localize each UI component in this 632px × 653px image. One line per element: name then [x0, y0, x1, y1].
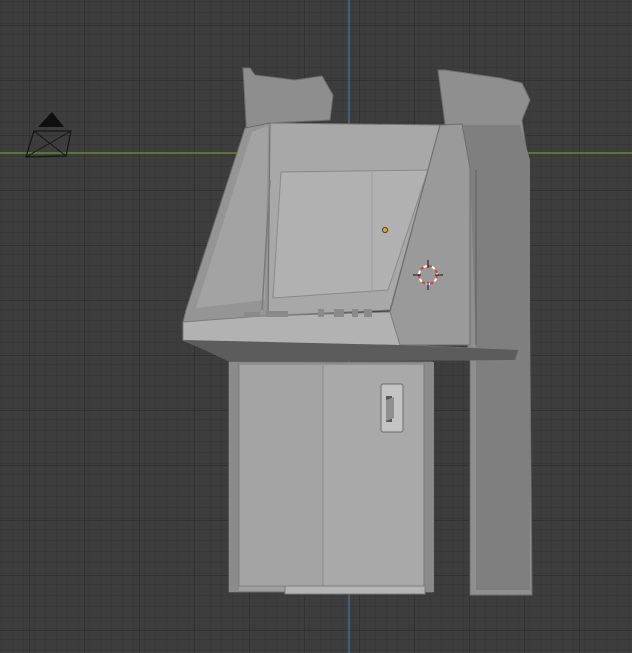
- coin-slot: [380, 383, 404, 433]
- viewport-canvas[interactable]: [0, 0, 632, 653]
- cabinet-right-rail: [424, 362, 434, 592]
- 3d-viewport[interactable]: [0, 0, 632, 653]
- cabinet-left-rail: [229, 362, 239, 592]
- cabinet-kick-plate: [284, 585, 426, 595]
- object-origin-dot[interactable]: [381, 226, 388, 233]
- cabinet-door-left-panel: [240, 365, 323, 585]
